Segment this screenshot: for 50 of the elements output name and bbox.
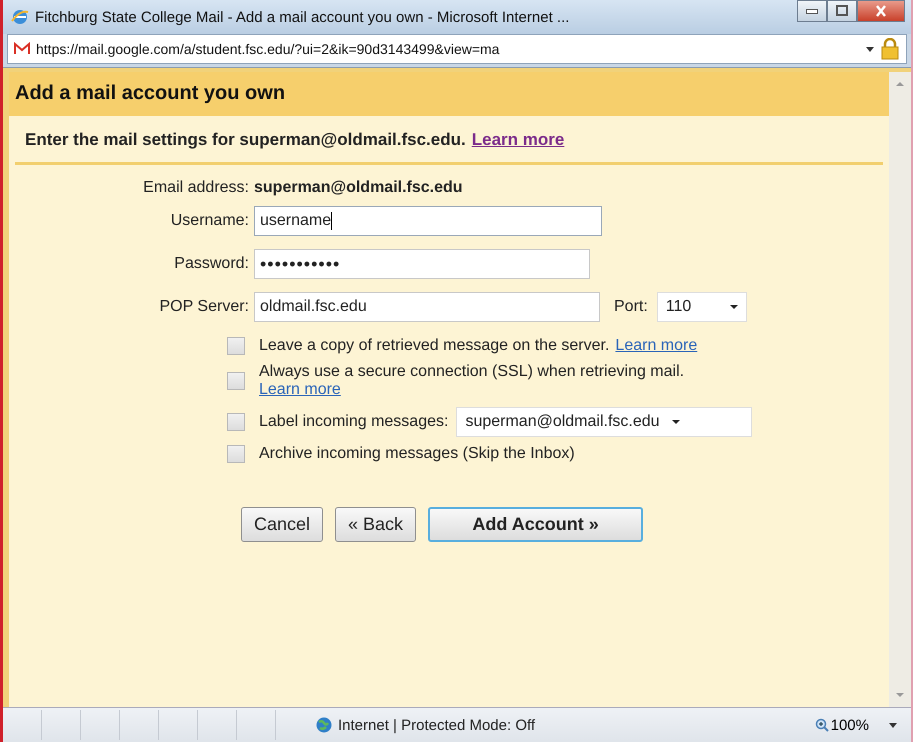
dialog-button[interactable]: « Back [335,507,416,542]
option-label: Always use a secure connection (SSL) when retrieving mail. [259,363,684,381]
checkbox[interactable] [227,445,245,463]
mail-icon [14,42,30,56]
zoom-button[interactable]: 100% [814,716,869,734]
learn-more-link[interactable]: Learn more [472,130,564,150]
learn-more-link[interactable]: Learn more [259,381,341,399]
browser-icon [11,8,29,26]
minimize-icon [806,8,818,14]
caret-icon [672,420,680,424]
input-field[interactable]: ••••••••••• [254,249,590,279]
zoom-icon [814,718,829,732]
checkbox[interactable] [227,337,245,355]
field-label: Password: [173,255,249,273]
option-label: Label incoming messages: [259,413,448,431]
close-button[interactable] [857,0,905,22]
input-field[interactable]: username [254,206,602,236]
checkbox[interactable] [227,413,245,431]
option-label: Leave a copy of retrieved message on the server. [259,337,610,355]
globe-icon [316,717,332,733]
caret-icon [730,305,738,309]
caret-icon [866,46,874,52]
instruction-text: Enter the mail settings for superman@oldmail.fsc.edu. [25,130,466,150]
lock-icon [880,38,900,60]
dialog-button[interactable]: Cancel [241,507,324,542]
checkbox[interactable] [227,372,245,390]
window-title: Fitchburg State College Mail - Add a mail account you own - Microsoft Internet ... [35,8,570,26]
status-text: Internet | Protected Mode: Off [338,716,536,734]
port-dropdown[interactable]: 110 [656,292,747,322]
maximize-icon [834,4,850,18]
scroll-down-icon [896,693,904,697]
dialog-title: Add a mail account you own [9,72,889,116]
scroll-up-icon [896,82,904,86]
field-label: POP Server: [158,298,249,316]
add-account-button[interactable]: Add Account » [428,507,644,542]
email-value: superman@oldmail.fsc.edu [254,179,463,197]
url-text: https://mail.google.com/a/student.fsc.edu/?ui=2&ik=90d3143499&view=ma [36,41,500,57]
field-label: Email address: [142,179,249,197]
input-field[interactable]: oldmail.fsc.edu [254,292,600,322]
field-label: Username: [170,212,249,230]
label-dropdown[interactable]: superman@oldmail.fsc.edu [456,407,752,437]
option-label: Archive incoming messages (Skip the Inbox) [259,445,575,463]
minimize-button[interactable] [797,0,827,22]
scrollbar[interactable] [889,72,911,707]
close-icon [873,4,889,18]
address-bar[interactable]: https://mail.google.com/a/student.fsc.edu/?ui=2&ik=90d3143499&view=ma [7,34,907,64]
learn-more-link[interactable]: Learn more [615,337,698,355]
maximize-button[interactable] [827,0,857,22]
field-label: Port: [614,298,648,316]
caret-icon [889,722,897,728]
